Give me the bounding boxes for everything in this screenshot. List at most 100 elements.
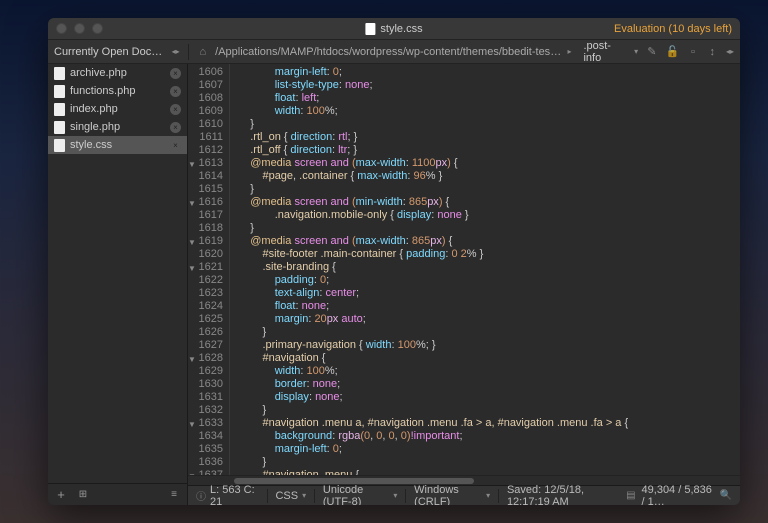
line-endings[interactable]: Windows (CRLF) [414, 484, 482, 506]
wand-icon[interactable]: ✎ [646, 45, 657, 59]
code-area[interactable]: 16061607160816091610161116121613▼1614161… [188, 64, 740, 475]
line-number[interactable]: 1613▼ [190, 157, 223, 170]
document-stats-icon[interactable]: ▤ [626, 490, 635, 501]
line-number[interactable]: 1612 [190, 144, 223, 157]
document-icon[interactable]: ▫ [687, 45, 698, 59]
file-path[interactable]: /Applications/MAMP/htdocs/wordpress/wp-c… [215, 46, 561, 58]
code-line[interactable]: margin-left: 0; [238, 66, 740, 79]
code-line[interactable]: .site-branding { [238, 261, 740, 274]
line-number[interactable]: 1617 [190, 209, 223, 222]
line-number[interactable]: 1628▼ [190, 352, 223, 365]
code-content[interactable]: margin-left: 0; list-style-type: none; f… [230, 64, 740, 475]
line-number[interactable]: 1608 [190, 92, 223, 105]
code-line[interactable]: } [238, 118, 740, 131]
close-file-icon[interactable]: × [170, 140, 181, 151]
line-number[interactable]: 1610 [190, 118, 223, 131]
code-line[interactable]: @media screen and (max-width: 1100px) { [238, 157, 740, 170]
line-number[interactable]: 1611 [190, 131, 223, 144]
close-file-icon[interactable]: × [170, 122, 181, 133]
sidebar-item-style-css[interactable]: style.css× [48, 136, 187, 154]
code-line[interactable]: .rtl_on { direction: rtl; } [238, 131, 740, 144]
sidebar-item-archive-php[interactable]: archive.php× [48, 64, 187, 82]
code-line[interactable]: @media screen and (min-width: 865px) { [238, 196, 740, 209]
line-number[interactable]: 1634 [190, 430, 223, 443]
code-line[interactable]: margin: 20px auto; [238, 313, 740, 326]
line-number[interactable]: 1631 [190, 391, 223, 404]
encoding[interactable]: Unicode (UTF-8) [323, 484, 389, 506]
code-line[interactable]: width: 100%; [238, 105, 740, 118]
counterpart-icon[interactable]: ↕ [707, 45, 718, 59]
line-number[interactable]: 1609 [190, 105, 223, 118]
line-number[interactable]: 1626 [190, 326, 223, 339]
code-line[interactable]: } [238, 456, 740, 469]
line-number[interactable]: 1620 [190, 248, 223, 261]
code-line[interactable]: display: none; [238, 391, 740, 404]
home-icon[interactable]: ⌂ [197, 45, 210, 59]
cursor-position[interactable]: L: 563 C: 21 [210, 484, 259, 506]
code-line[interactable]: } [238, 183, 740, 196]
line-number[interactable]: 1619▼ [190, 235, 223, 248]
line-number[interactable]: 1616▼ [190, 196, 223, 209]
line-number[interactable]: 1630 [190, 378, 223, 391]
code-line[interactable]: padding: 0; [238, 274, 740, 287]
sidebar-item-single-php[interactable]: single.php× [48, 118, 187, 136]
docs-dropdown-icon[interactable]: ◂▸ [172, 47, 180, 56]
symbol-dropdown-icon[interactable]: ▾ [634, 47, 638, 56]
scrollbar-thumb[interactable] [234, 478, 474, 484]
unlock-icon[interactable]: 🔓 [666, 45, 680, 59]
line-number[interactable]: 1618 [190, 222, 223, 235]
code-line[interactable]: .rtl_off { direction: ltr; } [238, 144, 740, 157]
line-number[interactable]: 1625 [190, 313, 223, 326]
line-number[interactable]: 1607 [190, 79, 223, 92]
code-line[interactable]: float: left; [238, 92, 740, 105]
line-number[interactable]: 1622 [190, 274, 223, 287]
evaluation-notice[interactable]: Evaluation (10 days left) [614, 23, 732, 35]
magnify-icon[interactable]: 🔍 [720, 490, 732, 501]
code-line[interactable]: #page, .container { max-width: 96% } [238, 170, 740, 183]
symbol-nav[interactable]: .post-info [577, 40, 626, 64]
close-window-button[interactable] [56, 23, 67, 34]
line-number[interactable]: 1635 [190, 443, 223, 456]
close-file-icon[interactable]: × [170, 86, 181, 97]
code-line[interactable]: text-align: center; [238, 287, 740, 300]
sidebar-action-icon[interactable]: ≡ [167, 488, 181, 502]
code-line[interactable]: border: none; [238, 378, 740, 391]
zoom-window-button[interactable] [92, 23, 103, 34]
line-number[interactable]: 1624 [190, 300, 223, 313]
close-file-icon[interactable]: × [170, 104, 181, 115]
line-number[interactable]: 1632 [190, 404, 223, 417]
sidebar-item-functions-php[interactable]: functions.php× [48, 82, 187, 100]
code-line[interactable]: } [238, 404, 740, 417]
line-number[interactable]: 1636 [190, 456, 223, 469]
minimize-window-button[interactable] [74, 23, 85, 34]
language-mode[interactable]: CSS [275, 490, 298, 502]
status-info-icon[interactable]: ⓘ [196, 488, 206, 503]
horizontal-scrollbar[interactable] [188, 475, 740, 485]
path-dropdown-icon[interactable]: ▸ [567, 47, 571, 56]
close-file-icon[interactable]: × [170, 68, 181, 79]
code-line[interactable]: float: none; [238, 300, 740, 313]
line-number[interactable]: 1623 [190, 287, 223, 300]
code-line[interactable]: @media screen and (max-width: 865px) { [238, 235, 740, 248]
sidebar-item-index-php[interactable]: index.php× [48, 100, 187, 118]
code-line[interactable]: .primary-navigation { width: 100%; } [238, 339, 740, 352]
line-number[interactable]: 1627 [190, 339, 223, 352]
line-number[interactable]: 1633▼ [190, 417, 223, 430]
line-number[interactable]: 1614 [190, 170, 223, 183]
titlebar[interactable]: style.css Evaluation (10 days left) [48, 18, 740, 40]
code-line[interactable]: list-style-type: none; [238, 79, 740, 92]
code-line[interactable]: } [238, 222, 740, 235]
nav-arrows[interactable]: ◂▸ [726, 47, 734, 56]
line-number[interactable]: 1629 [190, 365, 223, 378]
code-line[interactable]: width: 100%; [238, 365, 740, 378]
line-number[interactable]: 1621▼ [190, 261, 223, 274]
add-button[interactable]: + [54, 488, 68, 502]
code-line[interactable]: #navigation .menu a, #navigation .menu .… [238, 417, 740, 430]
code-line[interactable]: margin-left: 0; [238, 443, 740, 456]
code-line[interactable]: .navigation.mobile-only { display: none … [238, 209, 740, 222]
code-line[interactable]: #navigation { [238, 352, 740, 365]
filter-icon[interactable]: ⊞ [76, 488, 90, 502]
code-line[interactable]: background: rgba(0, 0, 0, 0)!important; [238, 430, 740, 443]
line-number[interactable]: 1615 [190, 183, 223, 196]
code-line[interactable]: } [238, 326, 740, 339]
